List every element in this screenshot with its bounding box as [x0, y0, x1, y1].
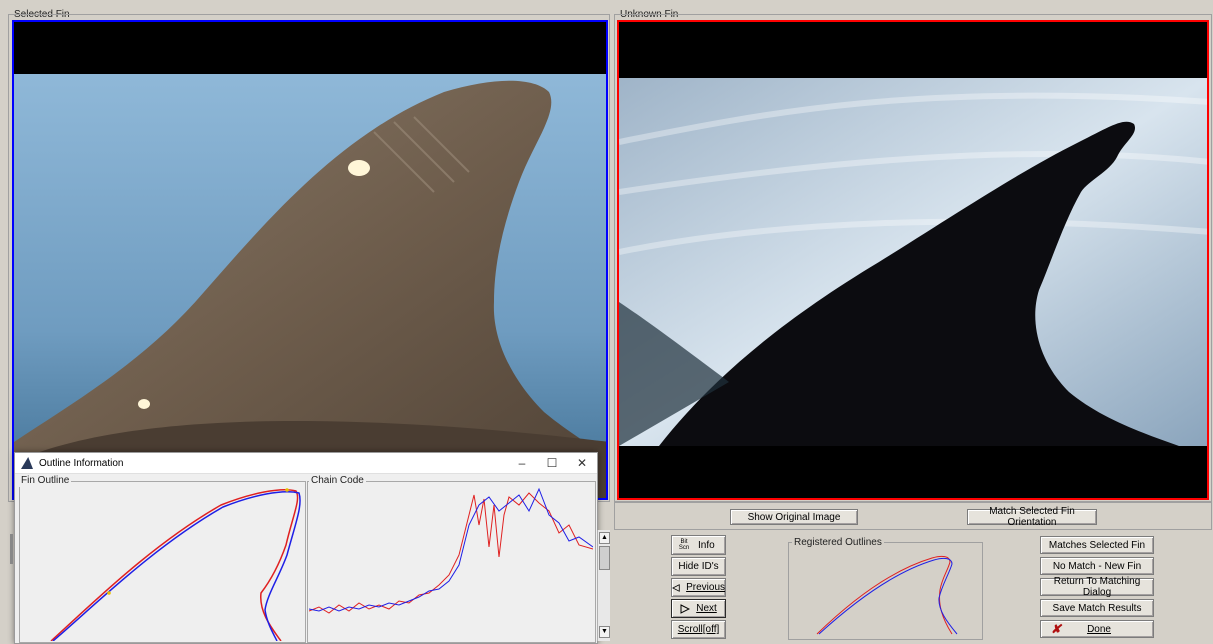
registered-outlines-label: Registered Outlines: [792, 537, 884, 549]
info-button-label: Info: [698, 539, 715, 551]
unknown-fin-image[interactable]: [617, 20, 1209, 500]
outline-window-icon: [21, 457, 33, 469]
next-button[interactable]: Next: [671, 599, 726, 618]
done-button-label: Done: [1087, 623, 1111, 635]
close-icon[interactable]: ✕: [567, 456, 597, 470]
previous-button[interactable]: Previous: [671, 578, 726, 597]
match-orientation-button[interactable]: Match Selected Fin Orientation: [967, 506, 1097, 528]
next-button-label: Next: [696, 603, 717, 614]
minimize-icon[interactable]: –: [507, 456, 537, 470]
left-edge-marker: [10, 534, 13, 564]
scroll-down-arrow-icon[interactable]: ▼: [599, 626, 610, 638]
bit-scan-icon: Bit Scn: [678, 539, 690, 551]
outline-window-titlebar[interactable]: Outline Information – ☐ ✕: [15, 453, 597, 474]
matches-selected-fin-button[interactable]: Matches Selected Fin: [1040, 536, 1154, 554]
scroll-toggle-button[interactable]: Scroll[off]: [671, 620, 726, 639]
scroll-thumb[interactable]: [599, 546, 610, 570]
red-x-icon: ✘: [1051, 622, 1062, 636]
outline-information-window[interactable]: Outline Information – ☐ ✕ Fin Outline Ch…: [14, 452, 598, 644]
info-button[interactable]: Bit Scn Info: [671, 535, 726, 555]
outline-window-scrollbar[interactable]: ▲ ▼: [597, 530, 610, 641]
right-triangle-icon: [680, 603, 691, 614]
registered-outlines-plot: [816, 555, 958, 635]
fin-outline-plot: [50, 488, 301, 641]
left-triangle-icon: [672, 583, 680, 592]
previous-button-label: Previous: [686, 582, 725, 593]
scroll-up-arrow-icon[interactable]: ▲: [599, 532, 610, 544]
done-button[interactable]: ✘ Done: [1040, 620, 1154, 638]
hide-ids-button[interactable]: Hide ID's: [671, 557, 726, 576]
chain-code-plot: [309, 487, 593, 614]
outline-window-title: Outline Information: [39, 457, 124, 469]
show-original-image-button[interactable]: Show Original Image: [730, 509, 858, 525]
image-button-group: [614, 502, 1212, 530]
return-to-matching-dialog-button[interactable]: Return To Matching Dialog: [1040, 576, 1154, 598]
save-match-results-button[interactable]: Save Match Results: [1040, 599, 1154, 617]
scroll-toggle-label: Scroll[off]: [677, 624, 720, 635]
selected-fin-image[interactable]: [12, 20, 608, 500]
maximize-icon[interactable]: ☐: [537, 456, 567, 470]
no-match-new-fin-button[interactable]: No Match - New Fin: [1040, 557, 1154, 575]
